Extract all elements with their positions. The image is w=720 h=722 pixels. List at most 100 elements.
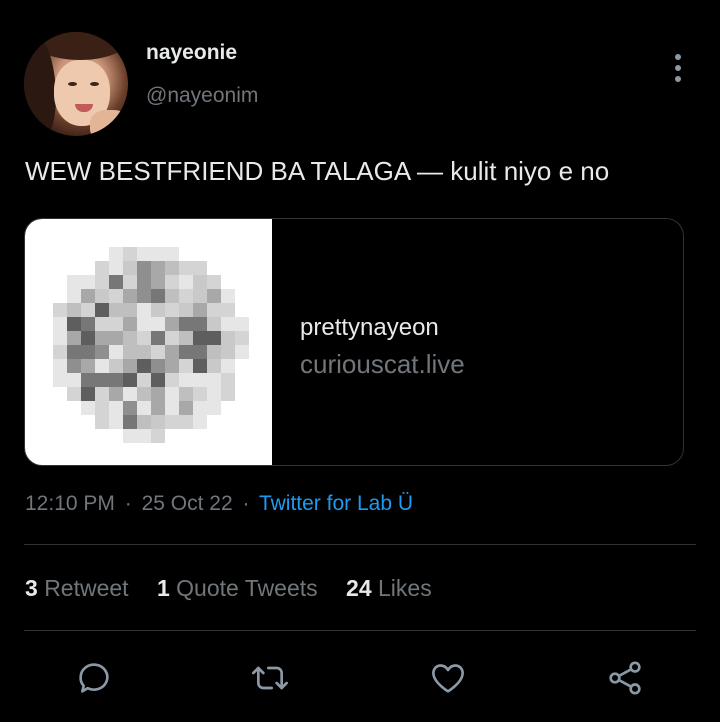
pixel-block bbox=[165, 331, 179, 345]
pixel-block bbox=[235, 331, 249, 345]
pixel-block bbox=[151, 387, 165, 401]
pixel-block bbox=[151, 331, 165, 345]
tweet-source-link[interactable]: Twitter for Lab Ü bbox=[259, 492, 413, 515]
pixel-block bbox=[137, 345, 151, 359]
pixel-block bbox=[221, 303, 235, 317]
pixel-block bbox=[137, 261, 151, 275]
retweet-icon[interactable] bbox=[250, 658, 290, 698]
avatar[interactable] bbox=[24, 32, 128, 136]
pixel-block bbox=[151, 289, 165, 303]
quote-label: Quote Tweets bbox=[176, 575, 318, 601]
share-icon[interactable] bbox=[605, 658, 645, 698]
pixel-block bbox=[165, 275, 179, 289]
pixel-block bbox=[179, 303, 193, 317]
pixel-block bbox=[165, 303, 179, 317]
pixel-block bbox=[151, 261, 165, 275]
pixel-block bbox=[179, 359, 193, 373]
pixel-block bbox=[81, 373, 95, 387]
pixel-block bbox=[165, 373, 179, 387]
pixel-block bbox=[193, 261, 207, 275]
pixel-block bbox=[151, 359, 165, 373]
pixel-block bbox=[207, 303, 221, 317]
pixel-block bbox=[81, 331, 95, 345]
pixel-block bbox=[207, 317, 221, 331]
pixel-block bbox=[109, 303, 123, 317]
pixel-block bbox=[53, 373, 67, 387]
pixel-block bbox=[53, 345, 67, 359]
pixel-block bbox=[109, 373, 123, 387]
pixel-block bbox=[123, 387, 137, 401]
pixel-block bbox=[165, 289, 179, 303]
pixel-block bbox=[67, 331, 81, 345]
pixel-block bbox=[81, 387, 95, 401]
pixel-block bbox=[207, 373, 221, 387]
quotes-stat[interactable]: 1 Quote Tweets bbox=[157, 575, 340, 601]
pixel-block bbox=[67, 345, 81, 359]
pixel-block bbox=[137, 275, 151, 289]
pixel-block bbox=[123, 415, 137, 429]
pixel-block bbox=[179, 401, 193, 415]
more-vertical-icon[interactable] bbox=[670, 54, 686, 82]
pixel-block bbox=[193, 401, 207, 415]
pixel-block bbox=[137, 331, 151, 345]
pixel-block bbox=[109, 401, 123, 415]
pixel-block bbox=[179, 373, 193, 387]
tweet-metadata: 12:10 PM · 25 Oct 22 · Twitter for Lab Ü bbox=[25, 492, 413, 516]
pixel-block bbox=[123, 373, 137, 387]
pixel-block bbox=[165, 387, 179, 401]
user-handle[interactable]: @nayeonim bbox=[146, 84, 258, 108]
pixel-block bbox=[123, 331, 137, 345]
reply-icon[interactable] bbox=[74, 658, 114, 698]
link-card[interactable]: prettynayeon curiouscat.live bbox=[24, 218, 684, 466]
pixel-block bbox=[193, 359, 207, 373]
pixel-block bbox=[95, 317, 109, 331]
pixel-block bbox=[109, 345, 123, 359]
pixel-block bbox=[179, 289, 193, 303]
retweets-stat[interactable]: 3 Retweet bbox=[25, 575, 151, 601]
pixel-block bbox=[109, 275, 123, 289]
more-dot bbox=[675, 54, 681, 60]
pixel-block bbox=[95, 261, 109, 275]
avatar-eye bbox=[68, 82, 77, 86]
pixel-block bbox=[151, 429, 165, 443]
retweet-label: Retweet bbox=[44, 575, 129, 601]
pixel-block bbox=[151, 415, 165, 429]
divider bbox=[24, 544, 696, 545]
pixel-block bbox=[123, 289, 137, 303]
link-card-title: prettynayeon bbox=[300, 314, 439, 341]
pixel-block bbox=[193, 387, 207, 401]
tweet-time: 12:10 PM bbox=[25, 492, 115, 515]
pixel-block bbox=[67, 303, 81, 317]
pixel-block bbox=[221, 387, 235, 401]
heart-icon[interactable] bbox=[428, 658, 468, 698]
pixel-block bbox=[95, 331, 109, 345]
pixel-block bbox=[67, 387, 81, 401]
pixel-block bbox=[123, 261, 137, 275]
pixel-block bbox=[109, 359, 123, 373]
pixel-block bbox=[123, 247, 137, 261]
pixel-block bbox=[137, 317, 151, 331]
pixel-block bbox=[151, 303, 165, 317]
divider bbox=[24, 630, 696, 631]
tweet-date: 25 Oct 22 bbox=[141, 492, 233, 515]
pixel-block bbox=[165, 247, 179, 261]
pixel-block bbox=[81, 275, 95, 289]
pixel-block bbox=[123, 303, 137, 317]
quote-count: 1 bbox=[156, 575, 170, 601]
pixel-block bbox=[221, 373, 235, 387]
pixel-block bbox=[123, 275, 137, 289]
pixel-block bbox=[193, 345, 207, 359]
pixel-block bbox=[193, 275, 207, 289]
pixel-block bbox=[179, 317, 193, 331]
like-label: Likes bbox=[378, 575, 432, 601]
pixel-block bbox=[67, 373, 81, 387]
pixel-block bbox=[193, 373, 207, 387]
display-name[interactable]: nayeonie bbox=[146, 41, 237, 65]
pixel-block bbox=[95, 359, 109, 373]
pixel-block bbox=[151, 401, 165, 415]
likes-stat[interactable]: 24 Likes bbox=[346, 575, 454, 601]
pixel-block bbox=[193, 331, 207, 345]
link-card-domain: curiouscat.live bbox=[300, 349, 465, 379]
pixel-block bbox=[193, 415, 207, 429]
pixel-block bbox=[137, 289, 151, 303]
